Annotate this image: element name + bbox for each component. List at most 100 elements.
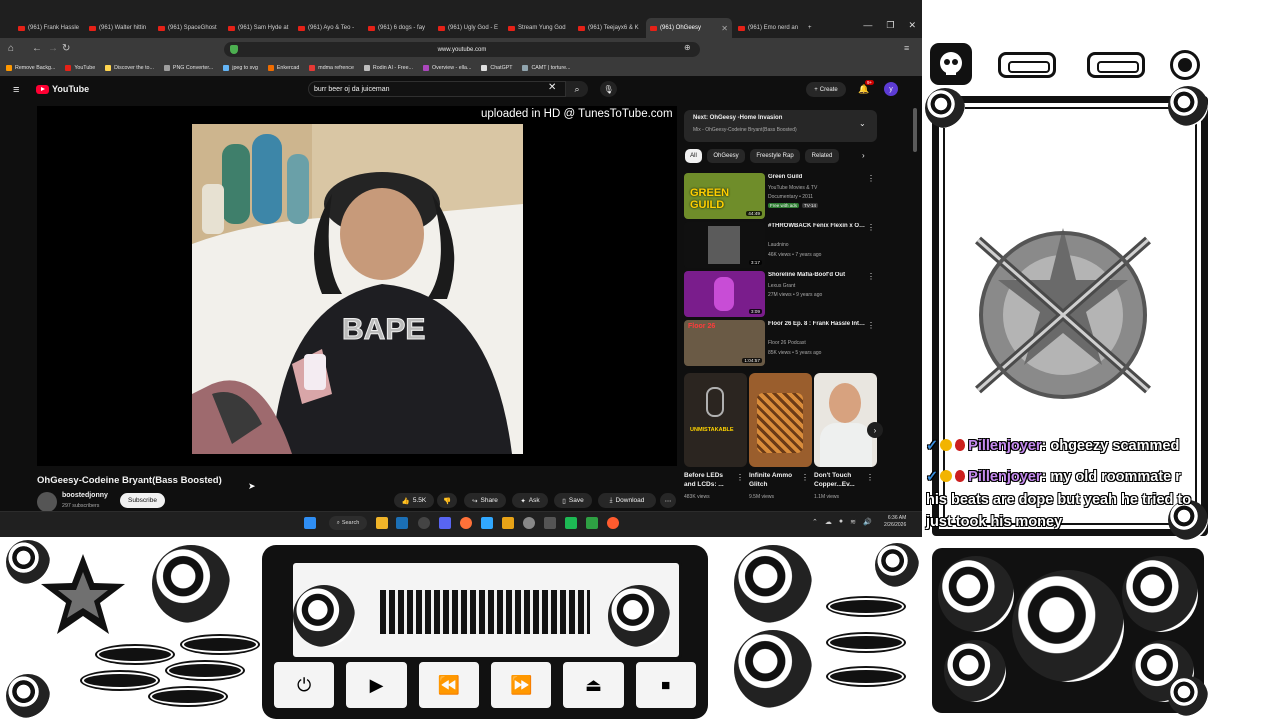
- more-vert-icon[interactable]: ⋮: [736, 473, 744, 482]
- app-icon[interactable]: [565, 517, 577, 529]
- more-vert-icon[interactable]: ⋮: [801, 473, 809, 482]
- bookmark[interactable]: mdma refrence: [309, 65, 354, 71]
- app-icon[interactable]: [502, 517, 514, 529]
- recommended-video[interactable]: 3:17 #THROWBACK Fenix Flexin x Ohgeesy -…: [684, 222, 877, 268]
- app-icon[interactable]: [586, 517, 598, 529]
- browser-tab[interactable]: Stream Yung God: [504, 18, 572, 38]
- ask-button[interactable]: ✦ Ask: [512, 493, 548, 508]
- volume-icon[interactable]: 🔊: [863, 518, 872, 526]
- create-button[interactable]: + Create: [806, 82, 846, 97]
- bookmark[interactable]: Rodin AI - Free...: [363, 65, 413, 71]
- search-input[interactable]: burr beer oj da juiceman: [308, 81, 566, 97]
- bookmark[interactable]: CAMT | torture...: [522, 65, 570, 71]
- more-vert-icon[interactable]: ⋮: [867, 174, 875, 183]
- bookmark[interactable]: Discover the to...: [105, 65, 154, 71]
- app-icon[interactable]: [418, 517, 430, 529]
- bookmark[interactable]: ChatGPT: [481, 65, 512, 71]
- browser-tab[interactable]: (961) Frank Hassle: [14, 18, 84, 38]
- chevron-right-icon[interactable]: ›: [862, 151, 865, 160]
- bookmark-icon: [6, 65, 12, 71]
- search-button[interactable]: ⌕: [566, 81, 588, 97]
- oval-ornament: [828, 634, 904, 651]
- close-icon[interactable]: ✕: [908, 20, 916, 31]
- bookmark[interactable]: Overview - ella...: [422, 65, 471, 71]
- chevron-right-icon[interactable]: ›: [867, 422, 883, 438]
- dislike-button[interactable]: 👎: [437, 493, 457, 508]
- browser-tab[interactable]: (961) Ugly God - E: [434, 18, 502, 38]
- browser-menu-icon[interactable]: ≡: [904, 43, 909, 53]
- tab-label: (961) Ayo & Teo -: [308, 25, 355, 31]
- discord-icon[interactable]: [439, 517, 451, 529]
- browser-tab[interactable]: (961) Ayo & Teo -: [294, 18, 362, 38]
- share-page-icon[interactable]: ⊕: [684, 43, 691, 52]
- bookmark[interactable]: Remove Backg...: [6, 65, 55, 71]
- new-tab-button[interactable]: +: [804, 18, 820, 38]
- maximize-icon[interactable]: ❐: [886, 20, 894, 31]
- back-icon[interactable]: ←: [32, 43, 42, 54]
- notifications-bell-icon[interactable]: 🔔: [858, 84, 869, 95]
- reload-icon[interactable]: ↻: [62, 43, 70, 54]
- subscribe-button[interactable]: Subscribe: [120, 493, 165, 508]
- page-scrollbar[interactable]: [913, 108, 917, 152]
- bookmark[interactable]: PNG Converter...: [163, 65, 213, 71]
- browser-tab[interactable]: (961) Sam Hyde at: [224, 18, 292, 38]
- steam-icon[interactable]: [396, 517, 408, 529]
- browser-tab-active[interactable]: (961) OhGeesy ✕: [646, 18, 732, 38]
- mic-icon[interactable]: ●: [839, 518, 843, 526]
- recommended-video[interactable]: 3:09 Shoreline Mafia-Boof'd Out Lexus Gr…: [684, 271, 877, 317]
- channel-avatar[interactable]: [37, 492, 57, 512]
- more-vert-icon[interactable]: ⋮: [867, 272, 875, 281]
- forward-icon[interactable]: →: [48, 43, 58, 54]
- short-thumbnail[interactable]: [749, 373, 812, 467]
- chevron-down-icon[interactable]: ⌄: [859, 119, 866, 128]
- recommended-video[interactable]: Floor 26 1:04:57 Floor 26 Ep. 8 : Frank …: [684, 320, 877, 366]
- more-vert-icon[interactable]: ⋮: [866, 473, 874, 482]
- minimize-icon[interactable]: —: [863, 20, 872, 31]
- chip-ohgeesy[interactable]: OhGeesy: [707, 149, 745, 163]
- chip-freestyle-rap[interactable]: Freestyle Rap: [750, 149, 800, 163]
- clear-search-icon[interactable]: ✕: [548, 82, 556, 93]
- more-vert-icon[interactable]: ⋮: [867, 223, 875, 232]
- taskbar-search[interactable]: ⌕ Search: [329, 516, 367, 530]
- browser-tab[interactable]: (961) 6 dogs - fay: [364, 18, 432, 38]
- short-thumbnail[interactable]: [814, 373, 877, 467]
- file-explorer-icon[interactable]: [376, 517, 388, 529]
- chip-all[interactable]: All: [685, 149, 702, 163]
- app-icon[interactable]: [544, 517, 556, 529]
- chevron-up-icon[interactable]: ⌃: [812, 518, 818, 526]
- save-button[interactable]: ▯ Save: [554, 493, 592, 508]
- youtube-logo[interactable]: YouTube: [36, 84, 89, 94]
- bookmark[interactable]: Enkercad: [267, 65, 299, 71]
- download-button[interactable]: ⤓ Download: [598, 493, 656, 508]
- brave-icon[interactable]: [607, 517, 619, 529]
- browser-tab[interactable]: (961) Emo nerd an: [734, 18, 802, 38]
- address-bar[interactable]: www.youtube.com: [224, 42, 700, 57]
- browser-tab[interactable]: (961) Walter hittin: [85, 18, 151, 38]
- browser-tab[interactable]: (961) Teejayx6 & K: [574, 18, 644, 38]
- browser-tab[interactable]: (961) SpaceGhost: [154, 18, 222, 38]
- next-video-title: Next: OhGeesy -Home Invasion: [693, 115, 783, 121]
- wifi-icon[interactable]: ≋: [850, 518, 856, 526]
- cloud-icon[interactable]: ☁: [825, 518, 832, 526]
- short-thumbnail[interactable]: UNMISTAKABLE: [684, 373, 747, 467]
- close-tab-icon[interactable]: ✕: [721, 24, 728, 33]
- hamburger-menu-icon[interactable]: ≡: [13, 84, 19, 96]
- like-button[interactable]: 👍 5.5K: [394, 493, 434, 508]
- bookmark[interactable]: jpeg to svg: [223, 65, 258, 71]
- taskbar-clock[interactable]: 6:36 AM 2/26/2026: [884, 515, 906, 529]
- obs-icon[interactable]: [523, 517, 535, 529]
- recommended-video[interactable]: GREEN GUILD 44:49 Green Guild YouTube Mo…: [684, 173, 877, 219]
- windows-start-icon[interactable]: [304, 517, 316, 529]
- account-avatar[interactable]: y: [884, 82, 898, 96]
- photoshop-icon[interactable]: [481, 517, 493, 529]
- logo-text: YouTube: [52, 84, 90, 94]
- microphone-icon[interactable]: 🎙: [600, 81, 617, 97]
- share-button[interactable]: ↪ Share: [464, 493, 506, 508]
- channel-name[interactable]: boostedjonny: [62, 492, 108, 499]
- chip-related[interactable]: Related: [805, 149, 839, 163]
- more-vert-icon[interactable]: ⋮: [867, 321, 875, 330]
- home-icon[interactable]: ⌂: [8, 43, 14, 54]
- more-actions-button[interactable]: ⋯: [660, 493, 676, 508]
- bookmark[interactable]: YouTube: [65, 65, 95, 71]
- firefox-icon[interactable]: [460, 517, 472, 529]
